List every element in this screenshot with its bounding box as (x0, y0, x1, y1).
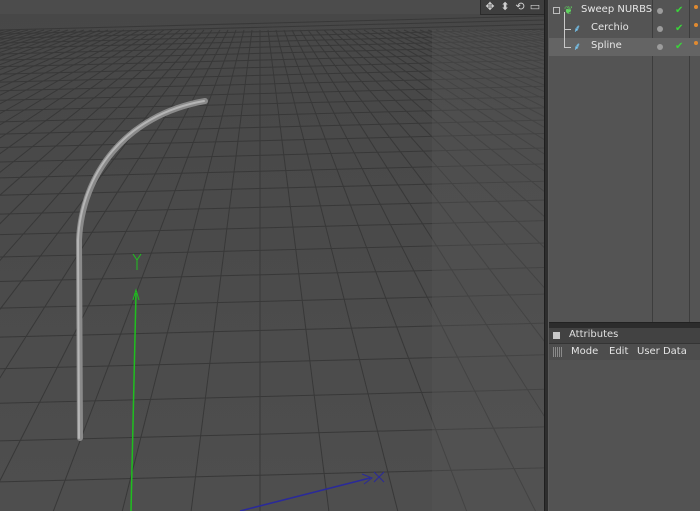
object-name[interactable]: Cerchio (591, 22, 629, 33)
menu-edit[interactable]: Edit (609, 346, 628, 357)
far-plane-shade (432, 30, 544, 511)
tree-connector (564, 47, 571, 48)
attributes-manager: Attributes Mode Edit User Data (549, 328, 700, 511)
object-name[interactable]: Sweep NURBS (581, 4, 652, 15)
panel-menu-icon[interactable] (553, 332, 560, 339)
tag-icon[interactable] (694, 41, 698, 45)
grip-icon[interactable] (553, 347, 563, 357)
viewport-header-strip (0, 0, 480, 14)
scroll-view-icon[interactable]: ⬍ (499, 1, 511, 13)
tree-connector (564, 29, 571, 30)
object-manager: ❦ Sweep NURBS ✔ ⸙ Cerchio ✔ ⸙ Spline ✔ (549, 0, 700, 322)
viewport-nav-toolbar: ✥ ⬍ ⟲ ▭ (480, 0, 544, 15)
sweep-nurbs-icon: ❦ (564, 4, 574, 17)
visibility-dot[interactable] (657, 44, 663, 50)
maximize-view-icon[interactable]: ▭ (529, 1, 541, 13)
perspective-scene[interactable] (0, 0, 544, 511)
visibility-dot[interactable] (657, 8, 663, 14)
object-row-spline[interactable]: ⸙ Spline ✔ (549, 30, 700, 56)
spline-icon: ⸙ (573, 40, 582, 53)
visibility-dot[interactable] (657, 26, 663, 32)
spline-icon: ⸙ (573, 22, 582, 35)
3d-viewport[interactable]: ✥ ⬍ ⟲ ▭ (0, 0, 544, 511)
tree-connector (564, 30, 565, 48)
menu-mode[interactable]: Mode (571, 346, 598, 357)
enabled-check-icon[interactable]: ✔ (675, 5, 683, 16)
enabled-check-icon[interactable]: ✔ (675, 41, 683, 52)
attributes-title: Attributes (569, 329, 619, 340)
object-name[interactable]: Spline (591, 40, 622, 51)
rotate-view-icon[interactable]: ⟲ (514, 1, 526, 13)
tag-icon[interactable] (694, 5, 698, 9)
object-row-cerchio[interactable]: ⸙ Cerchio ✔ (549, 12, 700, 38)
attributes-menubar: Mode Edit User Data (549, 344, 700, 360)
collapse-toggle[interactable] (553, 7, 560, 14)
object-row-sweep-nurbs[interactable]: ❦ Sweep NURBS ✔ (549, 2, 700, 20)
tree-connector (564, 12, 565, 30)
tag-icon[interactable] (694, 23, 698, 27)
attributes-header: Attributes (549, 328, 700, 344)
menu-user-data[interactable]: User Data (637, 346, 687, 357)
enabled-check-icon[interactable]: ✔ (675, 23, 683, 34)
move-view-icon[interactable]: ✥ (484, 1, 496, 13)
